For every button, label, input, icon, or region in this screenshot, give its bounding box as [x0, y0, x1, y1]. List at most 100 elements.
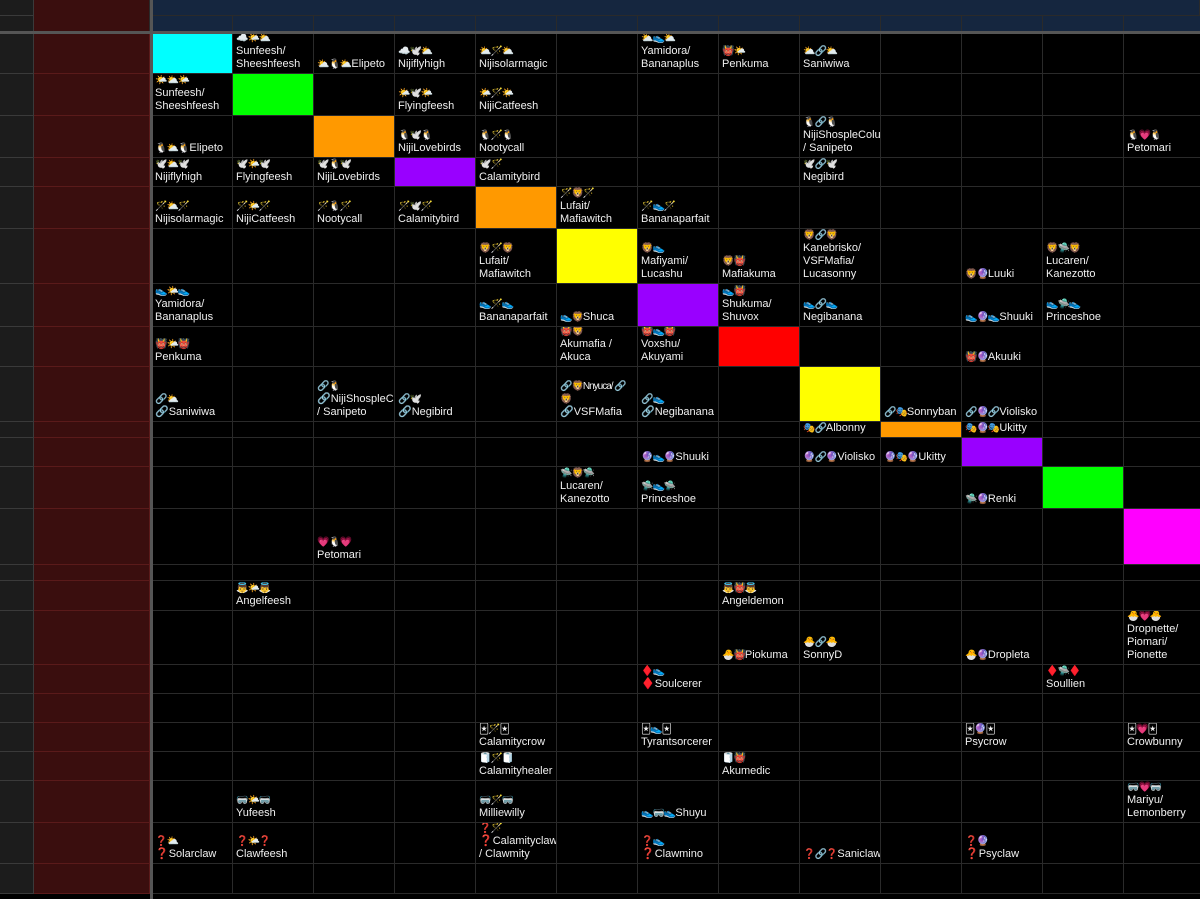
grid-cell[interactable]	[314, 723, 395, 752]
grid-cell[interactable]	[557, 611, 638, 665]
uke-header[interactable]	[152, 0, 1200, 16]
row-number[interactable]	[0, 327, 34, 367]
grid-cell[interactable]	[395, 694, 476, 723]
grid-cell[interactable]	[476, 694, 557, 723]
row-number[interactable]	[0, 0, 34, 16]
grid-cell[interactable]	[881, 467, 962, 509]
grid-cell[interactable]	[719, 467, 800, 509]
grid-cell[interactable]	[719, 781, 800, 823]
grid-cell[interactable]	[719, 864, 800, 894]
row-number[interactable]	[0, 229, 34, 284]
grid-cell[interactable]	[1043, 723, 1124, 752]
grid-cell[interactable]	[557, 752, 638, 781]
pairing-cell[interactable]: 🪄👟🪄 Bananaparfait	[638, 187, 719, 229]
grid-cell[interactable]	[962, 158, 1043, 187]
grid-cell[interactable]	[152, 509, 233, 565]
seme-name-cell[interactable]	[34, 509, 150, 565]
pairing-cell[interactable]: 🕊️🔗🕊️ Negibird	[800, 158, 881, 187]
grid-cell[interactable]	[1043, 327, 1124, 367]
grid-cell[interactable]	[638, 565, 719, 581]
grid-cell[interactable]	[1124, 823, 1200, 864]
pairing-cell[interactable]: 🕊️🌤️🕊️ Flyingfeesh	[233, 158, 314, 187]
grid-cell[interactable]	[395, 665, 476, 694]
pairing-cell[interactable]: ⛅👟⛅ Yamidora/ Bananaplus	[638, 32, 719, 74]
column-header[interactable]	[314, 16, 395, 32]
grid-cell[interactable]	[962, 781, 1043, 823]
pairing-cell[interactable]: ☁️🌤️⛅ Sunfeesh/ Sheeshfeesh	[233, 32, 314, 74]
pairing-cell[interactable]: 🐧🕊️🐧 NijiLovebirds	[395, 116, 476, 158]
diagonal-color-cell[interactable]	[395, 158, 476, 187]
frozen-column-divider[interactable]	[150, 0, 153, 899]
grid-cell[interactable]	[1043, 32, 1124, 74]
grid-cell[interactable]	[1043, 187, 1124, 229]
grid-cell[interactable]	[881, 158, 962, 187]
seme-header[interactable]	[34, 0, 150, 32]
grid-cell[interactable]	[314, 422, 395, 438]
grid-cell[interactable]	[1124, 74, 1200, 116]
grid-cell[interactable]	[557, 116, 638, 158]
grid-cell[interactable]	[638, 611, 719, 665]
grid-cell[interactable]	[395, 723, 476, 752]
row-number[interactable]	[0, 665, 34, 694]
pairing-cell[interactable]: ⛅🪄⛅ Nijisolarmagic	[476, 32, 557, 74]
grid-cell[interactable]	[800, 694, 881, 723]
pairing-cell[interactable]: 👹🔮Akuuki	[962, 327, 1043, 367]
grid-cell[interactable]	[881, 864, 962, 894]
row-number[interactable]	[0, 438, 34, 467]
grid-cell[interactable]	[962, 32, 1043, 74]
grid-cell[interactable]	[1043, 565, 1124, 581]
grid-cell[interactable]	[233, 367, 314, 422]
grid-cell[interactable]	[557, 694, 638, 723]
row-number[interactable]	[0, 781, 34, 823]
grid-cell[interactable]	[476, 665, 557, 694]
grid-cell[interactable]	[395, 611, 476, 665]
grid-cell[interactable]	[962, 864, 1043, 894]
grid-cell[interactable]	[314, 781, 395, 823]
grid-cell[interactable]	[881, 116, 962, 158]
grid-cell[interactable]	[395, 581, 476, 611]
grid-cell[interactable]	[1043, 781, 1124, 823]
grid-cell[interactable]	[638, 752, 719, 781]
row-number[interactable]	[0, 367, 34, 422]
pairing-cell[interactable]: 👟🥽👟Shuyu	[638, 781, 719, 823]
diagonal-color-cell[interactable]	[1124, 509, 1200, 565]
pairing-cell[interactable]: 👟🪄👟 Bananaparfait	[476, 284, 557, 327]
pairing-cell[interactable]: 🃏🔮🃏 Psycrow	[962, 723, 1043, 752]
pairing-cell[interactable]: 🦁👟 Mafiyami/ Lucashu	[638, 229, 719, 284]
seme-name-cell[interactable]	[34, 284, 150, 327]
column-header[interactable]	[233, 16, 314, 32]
grid-cell[interactable]	[1124, 565, 1200, 581]
grid-cell[interactable]	[152, 467, 233, 509]
diagonal-color-cell[interactable]	[557, 229, 638, 284]
grid-cell[interactable]	[1124, 327, 1200, 367]
column-header[interactable]	[638, 16, 719, 32]
pairing-cell[interactable]: 🦁🪄🦁 Lufait/ Mafiawitch	[476, 229, 557, 284]
pairing-cell[interactable]: 🐧💗🐧 Petomari	[1124, 116, 1200, 158]
pairing-cell[interactable]: 🐧⛅🐧Elipeto	[152, 116, 233, 158]
pairing-cell[interactable]: 👹👟👹 Voxshu/ Akuyami	[638, 327, 719, 367]
pairing-cell[interactable]: 🔗🕊️ 🔗Negibird	[395, 367, 476, 422]
pairing-cell[interactable]: ❓⛅ ❓Solarclaw	[152, 823, 233, 864]
grid-cell[interactable]	[881, 74, 962, 116]
grid-cell[interactable]	[152, 723, 233, 752]
grid-cell[interactable]	[1124, 367, 1200, 422]
grid-cell[interactable]	[152, 229, 233, 284]
grid-cell[interactable]	[233, 723, 314, 752]
grid-cell[interactable]	[800, 509, 881, 565]
pairing-cell[interactable]: 💗🐧💗 Petomari	[314, 509, 395, 565]
grid-cell[interactable]	[1124, 864, 1200, 894]
grid-cell[interactable]	[800, 565, 881, 581]
grid-cell[interactable]	[557, 158, 638, 187]
grid-cell[interactable]	[557, 422, 638, 438]
row-number[interactable]	[0, 723, 34, 752]
grid-cell[interactable]	[881, 781, 962, 823]
diagonal-color-cell[interactable]	[1043, 467, 1124, 509]
row-number[interactable]	[0, 74, 34, 116]
grid-cell[interactable]	[1043, 74, 1124, 116]
grid-cell[interactable]	[314, 229, 395, 284]
grid-cell[interactable]	[476, 864, 557, 894]
row-number[interactable]	[0, 823, 34, 864]
grid-cell[interactable]	[557, 781, 638, 823]
row-number[interactable]	[0, 158, 34, 187]
pairing-cell[interactable]: 🦁🔗🦁 Kanebrisko/ VSFMafia/ Lucasonny	[800, 229, 881, 284]
